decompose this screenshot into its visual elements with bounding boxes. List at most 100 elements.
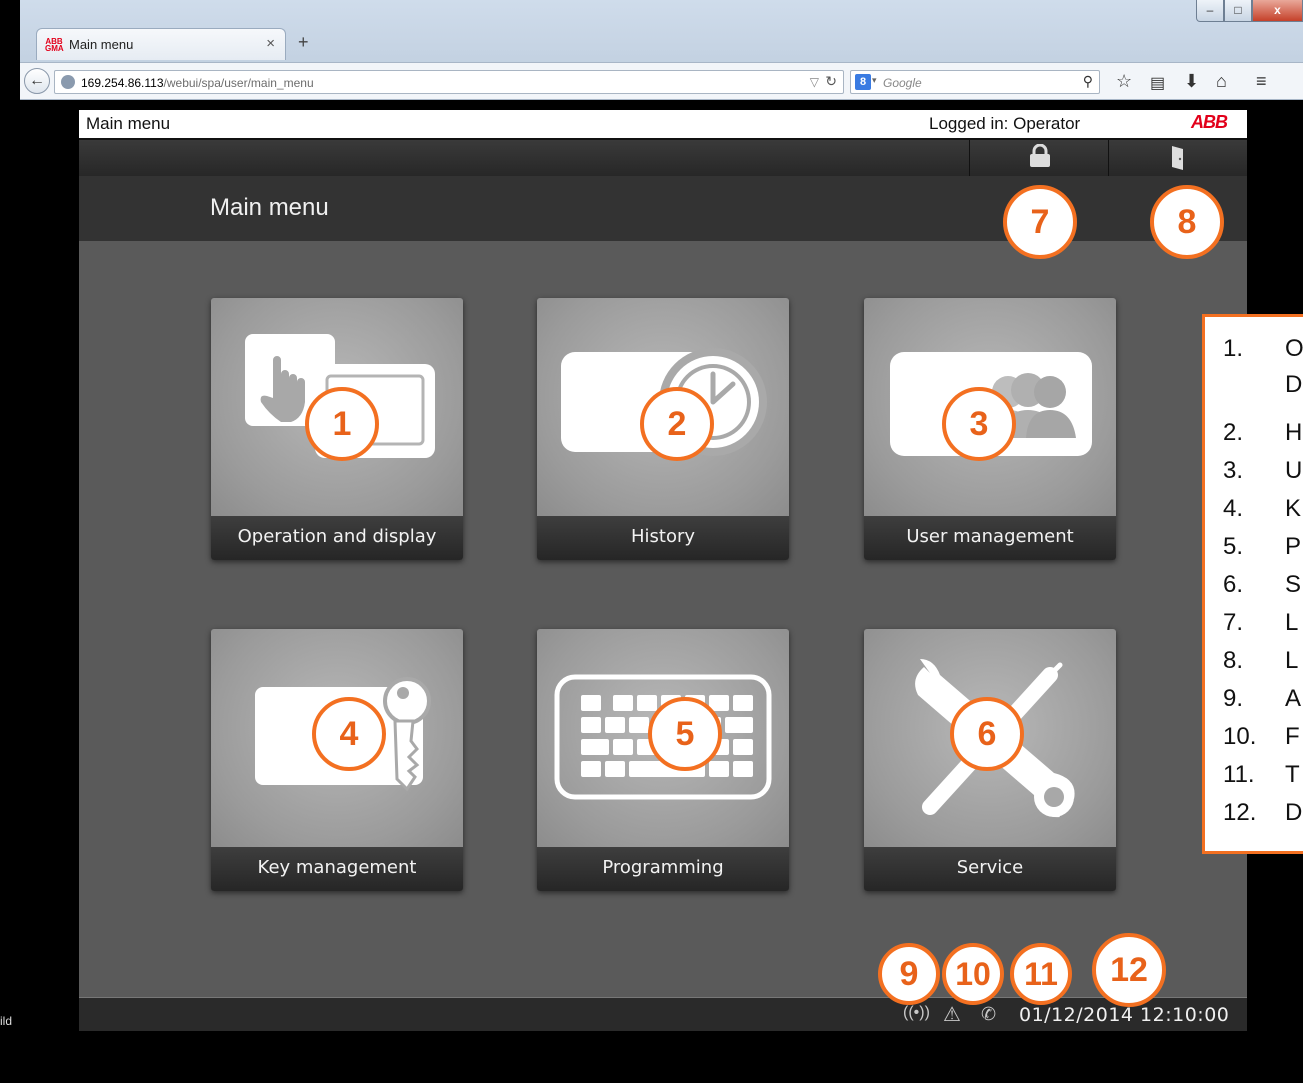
- url-dropdown-icon[interactable]: ▽: [810, 75, 819, 89]
- tile-label: Service: [864, 847, 1116, 891]
- legend-text: P: [1285, 533, 1302, 560]
- abb-logo: ABB: [1191, 112, 1228, 132]
- phone-icon[interactable]: ✆: [981, 1004, 996, 1025]
- abb-favicon-icon: ABB GMA: [45, 37, 64, 53]
- reading-list-icon[interactable]: ▤: [1150, 73, 1165, 93]
- search-engine-dropdown-icon[interactable]: ▾: [872, 75, 877, 86]
- star-icon[interactable]: ☆: [1116, 71, 1132, 92]
- legend-number: 1.: [1223, 335, 1244, 362]
- legend-item: 8. L: [1223, 647, 1298, 675]
- app-title: Main menu: [86, 114, 171, 133]
- logout-button[interactable]: [1109, 140, 1247, 176]
- legend-text: F: [1285, 723, 1300, 750]
- legend-number: 7.: [1223, 609, 1244, 636]
- url-text: 169.254.86.113/webui/spa/user/main_menu: [81, 76, 314, 90]
- new-tab-button[interactable]: +: [298, 32, 309, 53]
- browser-window: ABB GMA Main menu × + – □ x ← 169.254.86.…: [20, 0, 1303, 100]
- warning-icon[interactable]: ⚠: [943, 1002, 961, 1027]
- maximize-button[interactable]: □: [1224, 0, 1252, 22]
- browser-tab[interactable]: ABB GMA Main menu ×: [36, 28, 286, 60]
- tab-close-icon[interactable]: ×: [266, 35, 275, 52]
- legend-item: 11. T: [1223, 761, 1300, 789]
- url-path: /webui/spa/user/main_menu: [163, 76, 314, 90]
- minimize-button[interactable]: –: [1196, 0, 1224, 22]
- callout-8: 8: [1150, 185, 1224, 259]
- callout-5: 5: [648, 697, 722, 771]
- navigation-bar: ← 169.254.86.113/webui/spa/user/main_men…: [20, 62, 1303, 100]
- close-window-button[interactable]: x: [1252, 0, 1303, 22]
- callout-4: 4: [312, 697, 386, 771]
- legend-text: O: [1285, 335, 1303, 362]
- legend-number: 8.: [1223, 647, 1244, 674]
- callout-3: 3: [942, 387, 1016, 461]
- legend-item: 1. O: [1223, 335, 1303, 363]
- legend-text: A: [1285, 685, 1302, 712]
- app-window: Main menu Logged in: Operator ABB Main m…: [79, 110, 1247, 1031]
- lock-button[interactable]: [969, 140, 1109, 176]
- legend-item: 9. A: [1223, 685, 1301, 713]
- reload-icon[interactable]: ↻: [825, 73, 837, 90]
- url-bar[interactable]: 169.254.86.113/webui/spa/user/main_menu …: [54, 70, 844, 94]
- legend-item: D: [1223, 371, 1302, 399]
- legend-item: 7. L: [1223, 609, 1298, 637]
- legend-item: 6. S: [1223, 571, 1301, 599]
- callout-7: 7: [1003, 185, 1077, 259]
- legend-text: L: [1285, 647, 1299, 674]
- date-time: 01/12/2014 12:10:00: [1019, 1004, 1230, 1026]
- legend-number: 4.: [1223, 495, 1244, 522]
- legend-item: 10. F: [1223, 723, 1300, 751]
- legend-item: 3. U: [1223, 457, 1302, 485]
- legend-text: L: [1285, 609, 1299, 636]
- tile-label: Key management: [211, 847, 463, 891]
- legend-text: S: [1285, 571, 1302, 598]
- legend-text: T: [1285, 761, 1300, 788]
- cropped-side-text: ild: [0, 1014, 13, 1028]
- search-bar[interactable]: 8 ▾ Google ⚲: [850, 70, 1100, 94]
- legend-box: 1. O D 2. H 3. U 4. K 5. P 6. S 7. L 8. L 9. A 10…: [1202, 314, 1303, 854]
- tile-label: User management: [864, 516, 1116, 560]
- page-title: Main menu: [210, 194, 329, 221]
- legend-item: 4. K: [1223, 495, 1301, 523]
- status-bar: ((•)) ⚠ ✆ 01/12/2014 12:10:00: [79, 997, 1247, 1031]
- legend-number: 6.: [1223, 571, 1244, 598]
- callout-6: 6: [950, 697, 1024, 771]
- legend-item: 5. P: [1223, 533, 1301, 561]
- menu-icon[interactable]: ≡: [1256, 71, 1267, 92]
- home-icon[interactable]: ⌂: [1216, 71, 1227, 92]
- back-icon[interactable]: ←: [24, 68, 50, 94]
- logged-in-status: Logged in: Operator: [929, 114, 1081, 133]
- tab-bar: ABB GMA Main menu × + – □ x: [20, 0, 1303, 62]
- callout-11: 11: [1010, 943, 1072, 1005]
- legend-number: 10.: [1223, 723, 1257, 750]
- search-placeholder: Google: [883, 76, 922, 90]
- callout-12: 12: [1092, 933, 1166, 1007]
- callout-2: 2: [640, 387, 714, 461]
- legend-number: 3.: [1223, 457, 1244, 484]
- legend-text: H: [1285, 419, 1303, 446]
- legend-text: U: [1285, 457, 1303, 484]
- lock-icon: [1030, 144, 1050, 167]
- callout-10: 10: [942, 943, 1004, 1005]
- legend-item: 2. H: [1223, 419, 1302, 447]
- tile-label: Programming: [537, 847, 789, 891]
- legend-number: 12.: [1223, 799, 1257, 826]
- search-engine-icon[interactable]: 8: [855, 74, 871, 90]
- legend-text: K: [1285, 495, 1302, 522]
- app-top-bar: Main menu Logged in: Operator ABB: [79, 110, 1247, 138]
- legend-number: 9.: [1223, 685, 1244, 712]
- legend-text: D: [1285, 799, 1303, 826]
- callout-9: 9: [878, 943, 940, 1005]
- legend-number: 2.: [1223, 419, 1244, 446]
- alarm-icon[interactable]: ((•)): [903, 1004, 930, 1022]
- app-toolbar: [79, 138, 1247, 176]
- legend-number: 11.: [1223, 761, 1255, 788]
- search-icon[interactable]: ⚲: [1083, 73, 1093, 90]
- tab-title: Main menu: [69, 37, 134, 52]
- url-host: 169.254.86.113: [81, 76, 164, 90]
- legend-text: D: [1285, 371, 1303, 398]
- globe-icon: [61, 75, 75, 89]
- download-icon[interactable]: ⬇: [1184, 71, 1199, 92]
- door-icon: [1172, 146, 1183, 170]
- callout-1: 1: [305, 387, 379, 461]
- tile-label: Operation and display: [211, 516, 463, 560]
